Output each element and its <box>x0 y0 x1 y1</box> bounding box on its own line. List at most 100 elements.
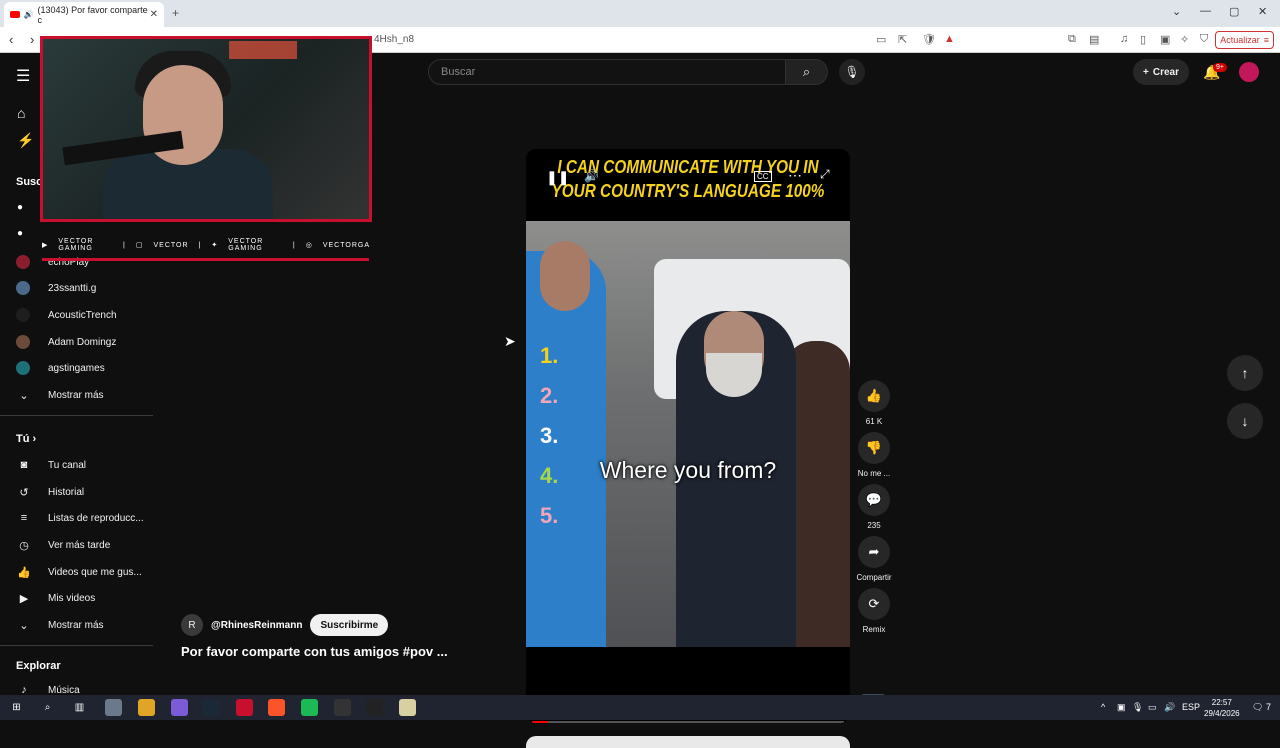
brave-rewards-icon[interactable]: ▲ <box>944 33 955 45</box>
captions-icon[interactable]: CC <box>754 171 772 182</box>
show-more-you[interactable]: ⌄ Mostrar más <box>16 615 156 635</box>
opera-icon[interactable] <box>236 699 253 716</box>
close-window-icon[interactable]: ✕ <box>1258 5 1267 18</box>
volume-icon[interactable]: 🔊 <box>1164 702 1175 713</box>
video-title[interactable]: Por favor comparte con tus amigos #pov .… <box>181 644 448 659</box>
minimize-icon[interactable]: — <box>1200 5 1211 17</box>
back-icon[interactable]: ‹ <box>9 32 13 47</box>
music-icon[interactable]: ♫ <box>1120 33 1128 45</box>
sidebar-item-liked-videos[interactable]: 👍 Videos que me gus... <box>16 562 156 582</box>
search-button[interactable]: ⌕ <box>786 59 828 85</box>
channel-avatar <box>16 335 30 349</box>
voice-search-button[interactable]: 🎙 <box>839 59 865 85</box>
social-handles-strip: ▶ VECTOR GAMING | ▢ VECTOR | ✦ VECTOR GA… <box>42 238 370 252</box>
tray-chevron-icon[interactable]: ^ <box>1101 702 1105 712</box>
steam-icon[interactable] <box>203 699 220 716</box>
twitch-icon: ▢ <box>135 242 144 249</box>
file-explorer-icon[interactable] <box>138 699 155 716</box>
previous-short-button[interactable]: ↑ <box>1227 355 1263 391</box>
url-text[interactable]: 4Hsh_n8 <box>374 34 414 45</box>
windows-start-icon[interactable]: ⊞ <box>8 699 25 716</box>
channel-avatar <box>16 281 30 295</box>
language-indicator[interactable]: ESP <box>1182 702 1200 712</box>
you-heading[interactable]: Tú › <box>16 433 36 445</box>
sidebar-channel[interactable]: 23ssantti.g <box>16 278 156 298</box>
sidebar-item-your-videos[interactable]: ▶ Mis videos <box>16 588 156 608</box>
network-icon[interactable]: ▭ <box>1148 702 1157 713</box>
sidebar-channel[interactable]: Adam Domingz <box>16 332 156 352</box>
create-button[interactable]: + Crear <box>1133 59 1189 85</box>
browser-tab-active[interactable]: 🔊 (13043) Por favor comparte c ✕ <box>4 2 164 27</box>
extensions-icon[interactable]: ⧉ <box>1068 33 1076 46</box>
cast-icon[interactable]: ▭ <box>876 33 886 46</box>
wallet-icon[interactable]: ▣ <box>1160 33 1170 46</box>
hamburger-menu-icon[interactable]: ☰ <box>16 66 30 86</box>
sidebar-item-your-channel[interactable]: ◙ Tu canal <box>16 455 156 475</box>
obs-icon[interactable] <box>334 699 351 716</box>
tray-icon[interactable]: ▣ <box>1117 702 1126 713</box>
tab-list-icon[interactable]: ⌄ <box>1172 5 1181 18</box>
app-icon[interactable] <box>105 699 122 716</box>
pause-icon[interactable]: ❚❚ <box>546 169 569 186</box>
notifications-icon[interactable]: 🗨 7 <box>1252 702 1271 713</box>
arcade-light <box>229 41 297 59</box>
sidebar-toggle-icon[interactable]: ▯ <box>1140 33 1146 46</box>
vpn-icon[interactable]: ⛉ <box>1200 33 1208 46</box>
shorts-icon[interactable]: ⚡ <box>17 132 34 149</box>
remix-button[interactable]: ⟳ Remix <box>854 588 894 634</box>
leo-ai-icon[interactable]: ✧ <box>1180 33 1189 46</box>
channel-name[interactable]: @RhinesReinmann <box>211 620 302 631</box>
dislike-button[interactable]: 👎 No me ... <box>854 432 894 478</box>
spotify-icon[interactable] <box>301 699 318 716</box>
reader-icon[interactable]: ▤ <box>1089 33 1099 46</box>
sidebar-channel[interactable]: agstingames <box>16 358 156 378</box>
close-tab-icon[interactable]: ✕ <box>150 9 158 20</box>
account-avatar[interactable] <box>1239 62 1259 82</box>
list-number-1: 1. <box>540 343 559 368</box>
channel-avatar-1[interactable]: ● <box>17 202 23 213</box>
task-view-icon[interactable]: ▥ <box>71 699 88 716</box>
sidebar-item-playlists[interactable]: ≡ Listas de reproducc... <box>16 508 156 528</box>
sidebar-item-watch-later[interactable]: ◷ Ver más tarde <box>16 535 156 555</box>
share-button[interactable]: ➦ Compartir <box>854 536 894 582</box>
volume-icon[interactable]: 🔊 <box>584 169 599 183</box>
search-input[interactable]: Buscar <box>428 59 786 85</box>
search-icon[interactable]: ⌕ <box>39 699 56 716</box>
shorts-video-player[interactable]: I CAN COMMUNICATE WITH YOU IN YOUR COUNT… <box>526 149 850 723</box>
video-progress-bar[interactable] <box>532 721 844 723</box>
brave-shield-icon[interactable]: 🛡 <box>922 33 936 46</box>
subscriptions-heading[interactable]: Susc <box>16 176 42 188</box>
discord-icon[interactable] <box>171 699 188 716</box>
like-button[interactable]: 👍 61 K <box>854 380 894 426</box>
next-short-preview[interactable] <box>526 736 850 748</box>
system-clock[interactable]: 22:57 29/4/2026 <box>1204 697 1240 719</box>
home-icon[interactable]: ⌂ <box>17 105 25 121</box>
fullscreen-icon[interactable]: ⤢ <box>820 167 830 182</box>
more-options-icon[interactable]: ⋯ <box>788 167 802 184</box>
sidebar-channel[interactable]: AcousticTrench <box>16 305 156 325</box>
sidebar-item-history[interactable]: ↺ Historial <box>16 482 156 502</box>
subscribe-button[interactable]: Suscribirme <box>310 614 389 636</box>
streamer-webcam-overlay <box>40 36 372 222</box>
channel-avatar-2[interactable]: ● <box>17 228 23 239</box>
channel-label: Adam Domingz <box>48 336 117 348</box>
forward-icon[interactable]: › <box>30 32 34 47</box>
update-button[interactable]: Actualizar ≡ <box>1215 31 1274 49</box>
like-count: 61 K <box>865 417 883 426</box>
history-icon: ↺ <box>19 486 29 499</box>
brave-icon[interactable] <box>268 699 285 716</box>
channel-avatar[interactable]: R <box>181 614 203 636</box>
video-icon: ▶ <box>19 592 29 605</box>
show-more-subscriptions[interactable]: ⌄ Mostrar más <box>16 385 156 405</box>
comments-button[interactable]: 💬 235 <box>854 484 894 530</box>
tray-mic-icon[interactable]: 🎙 <box>1132 702 1143 713</box>
new-tab-icon[interactable]: + <box>172 6 179 20</box>
sidebar-channel[interactable]: echoPlay <box>16 252 156 272</box>
share-page-icon[interactable]: ⇱ <box>898 33 907 46</box>
list-number-3: 3. <box>540 423 559 448</box>
maximize-icon[interactable]: ▢ <box>1229 5 1239 18</box>
epic-games-icon[interactable] <box>366 699 383 716</box>
app-icon[interactable] <box>399 699 416 716</box>
next-short-button[interactable]: ↓ <box>1227 403 1263 439</box>
audio-playing-icon[interactable]: 🔊 <box>24 10 34 19</box>
